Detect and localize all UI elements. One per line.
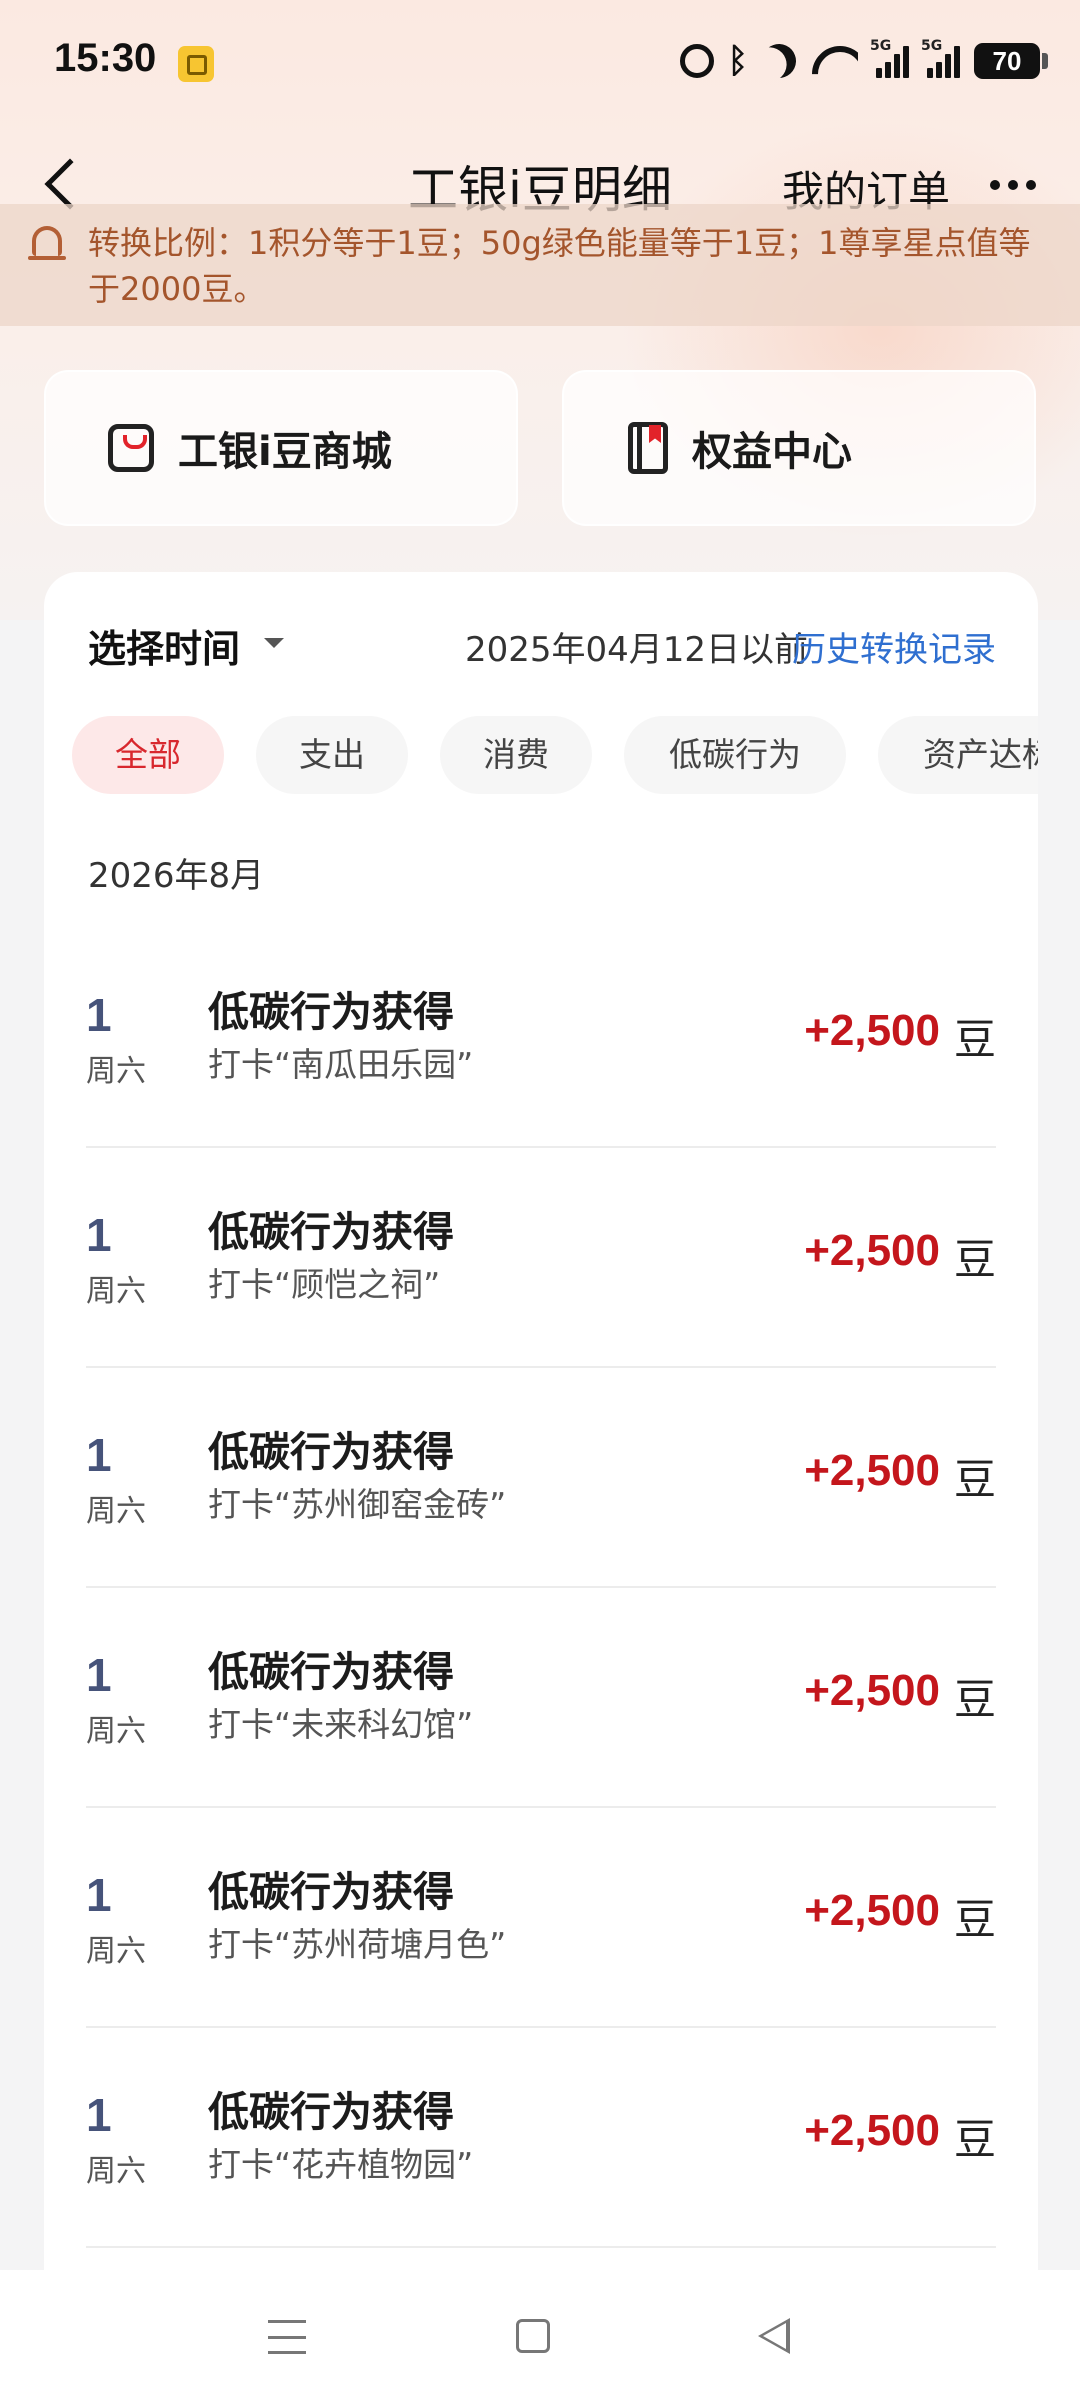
list-item[interactable]: 1 周六 低碳行为获得 打卡“苏州御窑金砖” +2,500 豆 (44, 1368, 1038, 1588)
mall-entry-label: 工银i豆商城 (178, 429, 392, 475)
record-unit: 豆 (953, 2115, 996, 2164)
record-unit: 豆 (953, 1675, 996, 1724)
record-day: 1 (86, 1649, 112, 1701)
list-item[interactable]: 1 周六 低碳行为获得 打卡“未来科幻馆” +2,500 豆 (44, 1588, 1038, 1808)
record-weekday: 周六 (86, 1714, 146, 1749)
do-not-disturb-icon (757, 39, 801, 83)
nav-back-icon[interactable] (758, 2318, 790, 2354)
month-label: 2026年8月 (88, 856, 265, 896)
time-select-dropdown[interactable]: 选择时间 (88, 618, 240, 673)
record-title: 低碳行为获得 (208, 2088, 454, 2136)
chip-all[interactable]: 全部 (72, 716, 224, 794)
battery-icon: 70 (974, 43, 1048, 79)
record-weekday: 周六 (86, 1934, 146, 1969)
record-day: 1 (86, 989, 112, 1041)
record-unit: 豆 (953, 1455, 996, 1504)
conversion-notice: 转换比例：1积分等于1豆；50g绿色能量等于1豆；1尊享星点值等于2000豆。 (0, 204, 1080, 326)
home-icon[interactable] (516, 2319, 550, 2353)
wifi-icon (810, 44, 858, 78)
record-subtitle: 打卡“顾恺之祠” (208, 1265, 441, 1304)
record-title: 低碳行为获得 (208, 1208, 454, 1256)
notice-text: 转换比例：1积分等于1豆；50g绿色能量等于1豆；1尊享星点值等于2000豆。 (88, 224, 1031, 308)
record-title: 低碳行为获得 (208, 1428, 454, 1476)
record-subtitle: 打卡“苏州荷塘月色” (208, 1925, 507, 1964)
list-item[interactable]: 1 周六 低碳行为获得 打卡“苏州荷塘月色” +2,500 豆 (44, 1808, 1038, 2028)
record-subtitle: 打卡“南瓜田乐园” (208, 1045, 474, 1084)
record-day: 1 (86, 2089, 112, 2141)
record-amount: +2,500 (804, 1226, 940, 1275)
status-icons: ᛒ 5G 5G 70 (679, 38, 1048, 84)
signal-icon-1: 5G (870, 38, 909, 78)
menu-icon[interactable] (268, 2320, 306, 2354)
list-item[interactable]: 1 周六 低碳行为获得 打卡“顾恺之祠” +2,500 豆 (44, 1148, 1038, 1368)
list-item[interactable]: 1 周六 低碳行为获得 打卡“花卉植物园” +2,500 豆 (44, 2028, 1038, 2248)
record-unit: 豆 (953, 1235, 996, 1284)
chip-low-carbon[interactable]: 低碳行为 (624, 716, 846, 794)
record-amount: +2,500 (804, 1446, 940, 1495)
record-weekday: 周六 (86, 1274, 146, 1309)
record-subtitle: 打卡“苏州御窑金砖” (208, 1485, 507, 1524)
record-amount: +2,500 (804, 2106, 940, 2155)
mall-entry-button[interactable]: 工银i豆商城 (44, 370, 518, 526)
record-title: 低碳行为获得 (208, 1648, 454, 1696)
records-panel: 选择时间 2025年04月12日以前 历史转换记录 全部 支出 消费 低碳行为 … (44, 572, 1038, 2272)
caret-down-icon[interactable] (264, 638, 284, 648)
record-day: 1 (86, 1869, 112, 1921)
record-weekday: 周六 (86, 1054, 146, 1089)
record-day: 1 (86, 1429, 112, 1481)
record-amount: +2,500 (804, 1666, 940, 1715)
record-list: 1 周六 低碳行为获得 打卡“南瓜田乐园” +2,500 豆 1 周六 低碳行为… (44, 928, 1038, 2248)
rights-center-label: 权益中心 (692, 429, 852, 475)
record-title: 低碳行为获得 (208, 988, 454, 1036)
more-icon[interactable] (990, 180, 1036, 190)
divider (86, 2246, 996, 2248)
bell-icon (28, 226, 66, 260)
record-amount: +2,500 (804, 1006, 940, 1055)
signal-icon-2: 5G (921, 38, 960, 78)
record-unit: 豆 (953, 1015, 996, 1064)
bookmark-book-icon (628, 422, 668, 474)
list-item[interactable]: 1 周六 低碳行为获得 打卡“南瓜田乐园” +2,500 豆 (44, 928, 1038, 1148)
chip-expense[interactable]: 支出 (256, 716, 408, 794)
system-nav-bar (0, 2270, 1080, 2400)
record-subtitle: 打卡“花卉植物园” (208, 2145, 474, 2184)
filter-chip-row: 全部 支出 消费 低碳行为 资产达标 (72, 716, 1038, 796)
record-title: 低碳行为获得 (208, 1868, 454, 1916)
chip-consume[interactable]: 消费 (440, 716, 592, 794)
bluetooth-icon: ᛒ (727, 41, 748, 81)
record-amount: +2,500 (804, 1886, 940, 1935)
shopping-bag-icon (108, 424, 154, 472)
record-weekday: 周六 (86, 2154, 146, 2189)
chip-asset[interactable]: 资产达标 (878, 716, 1038, 794)
status-bar: 15:30 ᛒ 5G 5G 70 (0, 0, 1080, 120)
signal-tag: 5G (870, 38, 892, 54)
record-subtitle: 打卡“未来科幻馆” (208, 1705, 474, 1744)
record-weekday: 周六 (86, 1494, 146, 1529)
history-conversion-link[interactable]: 历史转换记录 (792, 622, 996, 671)
signal-tag: 5G (921, 38, 943, 54)
notification-app-icon (178, 46, 214, 82)
status-time: 15:30 (54, 36, 157, 80)
date-before-label: 2025年04月12日以前 (464, 630, 808, 670)
record-day: 1 (86, 1209, 112, 1261)
record-unit: 豆 (953, 1895, 996, 1944)
rights-center-button[interactable]: 权益中心 (562, 370, 1036, 526)
alarm-icon (679, 44, 714, 78)
